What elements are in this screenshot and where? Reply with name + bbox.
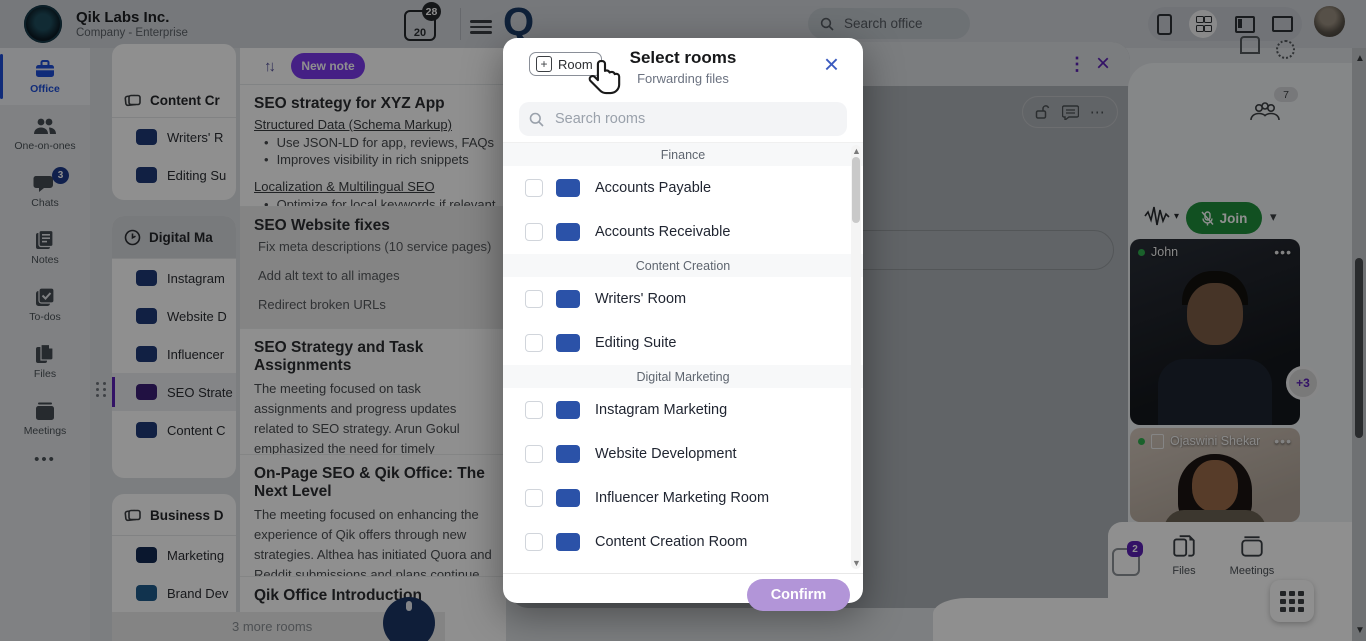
checkbox[interactable] bbox=[525, 179, 543, 197]
checkbox[interactable] bbox=[525, 533, 543, 551]
select-rooms-modal: + Room Select rooms Forwarding files × F… bbox=[503, 38, 863, 603]
room-row[interactable]: Influencer Marketing Room bbox=[503, 476, 863, 520]
room-avatar bbox=[556, 533, 580, 551]
confirm-button[interactable]: Confirm bbox=[747, 579, 850, 611]
cursor-pointer bbox=[588, 58, 622, 103]
checkbox[interactable] bbox=[525, 445, 543, 463]
checkbox[interactable] bbox=[525, 334, 543, 352]
modal-scrollbar[interactable]: ▲ ▼ bbox=[851, 145, 861, 569]
room-row[interactable]: Accounts Receivable bbox=[503, 210, 863, 254]
plus-icon: + bbox=[536, 56, 552, 72]
section-header-finance: Finance bbox=[503, 143, 863, 166]
room-avatar bbox=[556, 179, 580, 197]
scroll-up-arrow[interactable]: ▲ bbox=[852, 146, 861, 156]
room-row[interactable]: Content Creation Room bbox=[503, 520, 863, 564]
close-icon[interactable]: × bbox=[818, 50, 845, 78]
room-avatar bbox=[556, 401, 580, 419]
room-row[interactable]: Website Development bbox=[503, 432, 863, 476]
section-header-content-creation: Content Creation bbox=[503, 254, 863, 277]
room-avatar bbox=[556, 489, 580, 507]
room-avatar bbox=[556, 445, 580, 463]
checkbox[interactable] bbox=[525, 223, 543, 241]
checkbox[interactable] bbox=[525, 401, 543, 419]
checkbox[interactable] bbox=[525, 290, 543, 308]
room-search[interactable] bbox=[519, 102, 847, 136]
room-row[interactable]: Editing Suite bbox=[503, 321, 863, 365]
checkbox[interactable] bbox=[525, 489, 543, 507]
room-search-input[interactable] bbox=[553, 110, 827, 128]
room-list: Finance Accounts Payable Accounts Receiv… bbox=[503, 142, 863, 573]
room-avatar bbox=[556, 334, 580, 352]
scroll-down-arrow[interactable]: ▼ bbox=[852, 558, 861, 568]
room-avatar bbox=[556, 290, 580, 308]
section-header-digital-marketing: Digital Marketing bbox=[503, 365, 863, 388]
search-icon bbox=[529, 112, 544, 127]
room-row[interactable]: Accounts Payable bbox=[503, 166, 863, 210]
room-avatar bbox=[556, 223, 580, 241]
scrollbar-thumb[interactable] bbox=[852, 157, 860, 223]
app-screen: Qik Labs Inc. Company - Enterprise 20 28… bbox=[0, 0, 1366, 641]
room-row[interactable]: Writers' Room bbox=[503, 277, 863, 321]
room-row[interactable]: Instagram Marketing bbox=[503, 388, 863, 432]
